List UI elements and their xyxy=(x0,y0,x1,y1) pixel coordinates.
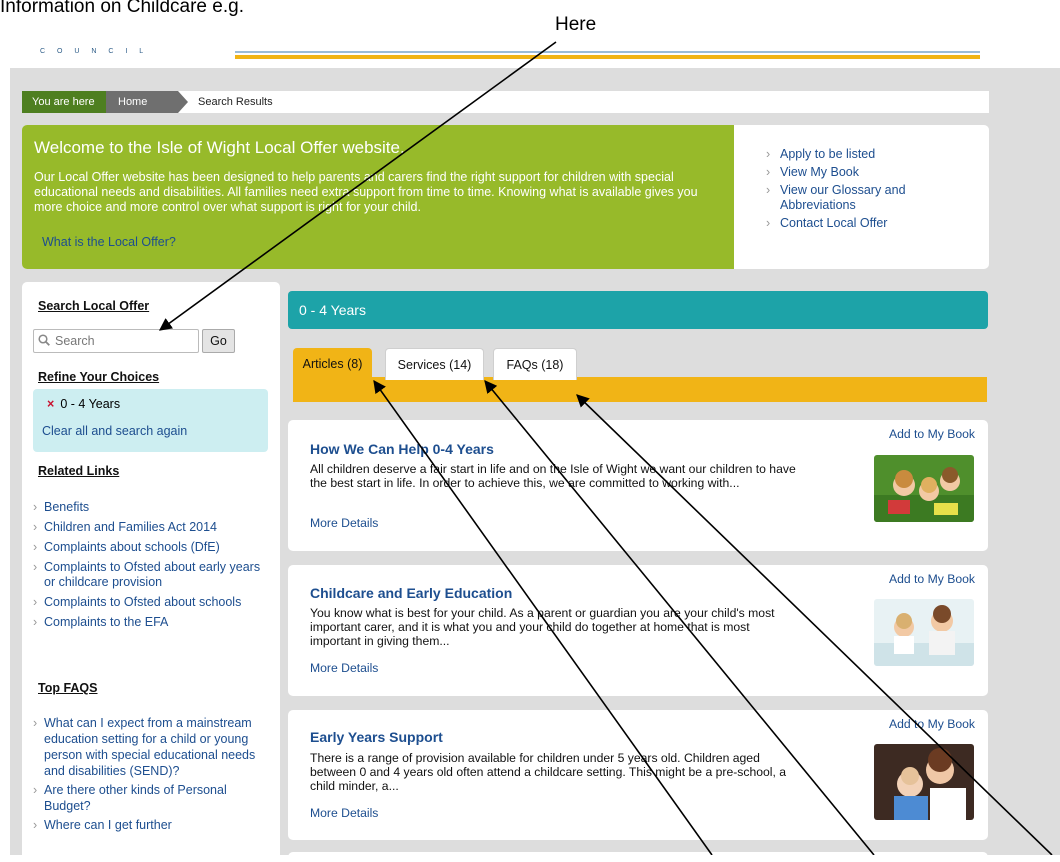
search-heading: Search Local Offer xyxy=(38,299,150,313)
result-card-partial xyxy=(288,852,988,862)
related-link-benefits[interactable]: Benefits xyxy=(33,500,269,515)
more-details-link[interactable]: More Details xyxy=(310,661,378,675)
annotation-caption: Information on Childcare e.g. xyxy=(0,0,244,17)
add-to-my-book-link[interactable]: Add to My Book xyxy=(889,717,975,731)
quick-link-view-my-book[interactable]: View My Book xyxy=(764,165,960,180)
related-link-complaints-schools-dfe[interactable]: Complaints about schools (DfE) xyxy=(33,540,269,555)
related-link-ofsted-schools[interactable]: Complaints to Ofsted about schools xyxy=(33,595,269,610)
go-button[interactable]: Go xyxy=(202,329,235,353)
header-rule-blue xyxy=(235,51,980,53)
breadcrumb-you-are-here: You are here xyxy=(22,91,106,113)
result-summary: You know what is best for your child. As… xyxy=(310,606,775,648)
add-to-my-book-link[interactable]: Add to My Book xyxy=(889,572,975,586)
add-to-my-book-link[interactable]: Add to My Book xyxy=(889,427,975,441)
annotation-here-label: Here xyxy=(555,14,597,35)
faq-link-mainstream-send[interactable]: What can I expect from a mainstream educ… xyxy=(33,715,269,779)
result-summary: There is a range of provision available … xyxy=(310,751,787,793)
age-band-header: 0 - 4 Years xyxy=(288,291,988,329)
result-title-link[interactable]: Childcare and Early Education xyxy=(310,585,512,601)
result-title-link[interactable]: How We Can Help 0-4 Years xyxy=(310,441,494,457)
result-card: Add to My Book Early Years Support There… xyxy=(288,710,988,840)
breadcrumb-home-link[interactable]: Home xyxy=(106,91,188,113)
related-links-heading: Related Links xyxy=(38,464,120,478)
faq-link-further[interactable]: Where can I get further xyxy=(33,817,269,833)
what-is-local-offer-link[interactable]: What is the Local Offer? xyxy=(42,235,176,249)
search-icon xyxy=(38,334,50,346)
welcome-banner: Welcome to the Isle of Wight Local Offer… xyxy=(22,125,734,269)
refine-filter-item[interactable]: × 0 - 4 Years xyxy=(47,397,120,411)
result-title-link[interactable]: Early Years Support xyxy=(310,729,443,745)
related-links: Benefits Children and Families Act 2014 … xyxy=(33,500,269,635)
quick-links: Apply to be listed View My Book View our… xyxy=(764,147,960,234)
related-link-children-families-act[interactable]: Children and Families Act 2014 xyxy=(33,520,269,535)
quick-link-contact[interactable]: Contact Local Offer xyxy=(764,216,960,231)
tab-services[interactable]: Services (14) xyxy=(385,348,484,380)
refine-filter-label: 0 - 4 Years xyxy=(60,397,121,411)
more-details-link[interactable]: More Details xyxy=(310,806,378,820)
related-link-efa[interactable]: Complaints to the EFA xyxy=(33,615,269,630)
result-card: Add to My Book Childcare and Early Educa… xyxy=(288,565,988,696)
top-faqs: What can I expect from a mainstream educ… xyxy=(33,715,269,836)
breadcrumb-current: Search Results xyxy=(198,96,273,108)
welcome-panel: Welcome to the Isle of Wight Local Offer… xyxy=(22,125,989,269)
sidebar: Search Local Offer Go Refine Your Choice… xyxy=(22,282,280,862)
tab-articles[interactable]: Articles (8) xyxy=(293,348,372,380)
refine-box: × 0 - 4 Years Clear all and search again xyxy=(33,389,268,452)
breadcrumb: You are here Home Search Results xyxy=(22,91,989,113)
more-details-link[interactable]: More Details xyxy=(310,516,378,530)
welcome-body: Our Local Offer website has been designe… xyxy=(34,170,698,214)
result-thumbnail[interactable] xyxy=(874,599,974,666)
tab-faqs[interactable]: FAQs (18) xyxy=(493,348,577,380)
results-tabs: Articles (8) Services (14) FAQs (18) xyxy=(288,338,988,404)
quick-link-apply[interactable]: Apply to be listed xyxy=(764,147,960,162)
faq-link-personal-budget[interactable]: Are there other kinds of Personal Budget… xyxy=(33,782,269,814)
search-input[interactable] xyxy=(55,332,195,350)
result-card: Add to My Book How We Can Help 0-4 Years… xyxy=(288,420,988,551)
result-summary: All children deserve a fair start in lif… xyxy=(310,462,796,490)
header-rule-yellow xyxy=(235,55,980,59)
refine-heading: Refine Your Choices xyxy=(38,370,160,384)
welcome-title: Welcome to the Isle of Wight Local Offer… xyxy=(34,138,405,157)
result-thumbnail[interactable] xyxy=(874,455,974,522)
search-box[interactable] xyxy=(33,329,199,353)
top-faqs-heading: Top FAQS xyxy=(38,681,98,695)
remove-filter-icon[interactable]: × xyxy=(47,397,54,411)
quick-link-glossary[interactable]: View our Glossary and Abbreviations xyxy=(764,183,960,213)
related-link-ofsted-early-years[interactable]: Complaints to Ofsted about early years o… xyxy=(33,560,269,590)
result-thumbnail[interactable] xyxy=(874,744,974,820)
council-logo-text: C O U N C I L xyxy=(40,48,149,55)
clear-all-link[interactable]: Clear all and search again xyxy=(42,424,187,438)
